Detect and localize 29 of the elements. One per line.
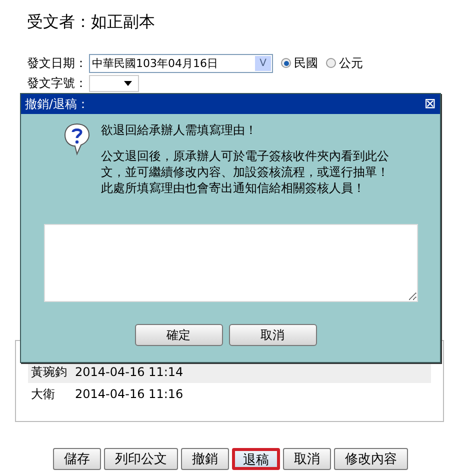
question-icon (63, 122, 91, 156)
action-button[interactable]: 取消 (283, 448, 331, 470)
field-label: 發文字號： (27, 74, 87, 92)
radio-label: 公元 (339, 54, 363, 72)
dropdown[interactable] (89, 74, 139, 92)
action-button[interactable]: 修改內容 (334, 448, 408, 470)
action-button[interactable]: 退稿 (232, 448, 280, 470)
signer-name: 黃琬鈞 (30, 364, 68, 380)
radio-button[interactable] (326, 58, 336, 68)
action-button[interactable]: 儲存 (53, 448, 101, 470)
sign-time: 2014-04-16 11:14 (74, 365, 184, 379)
dialog-heading: 欲退回給承辦人需填寫理由！ (101, 122, 258, 138)
reason-field[interactable] (44, 224, 418, 302)
dialog-button[interactable]: 取消 (228, 324, 316, 346)
sign-time: 2014-04-16 11:16 (74, 387, 184, 401)
action-button[interactable]: 列印公文 (104, 448, 178, 470)
dialog-button[interactable]: 確定 (134, 324, 222, 346)
dialog-message: 公文退回後，原承辦人可於電子簽核收件夾內看到此公文，並可繼續修改內容、加設簽核流程，或逕行抽單！此處所填寫理由也會寄出通知信給相關簽核人員！ (101, 148, 390, 196)
recipient-value: 如正副本 (91, 12, 155, 33)
dialog-title: 撤銷/退稿： (25, 96, 90, 112)
dropdown-arrow-icon (124, 80, 132, 86)
close-button[interactable]: ⊠ (424, 97, 436, 111)
action-button[interactable]: 撤銷 (181, 448, 229, 470)
field-label: 受文者： (27, 12, 91, 33)
date-field[interactable]: 中華民國103年04月16日 V (89, 54, 273, 72)
radio-label: 民國 (294, 54, 318, 72)
signer-name: 大衛 (30, 386, 56, 402)
radio-button[interactable] (281, 58, 291, 68)
field-label: 發文日期： (27, 54, 87, 72)
